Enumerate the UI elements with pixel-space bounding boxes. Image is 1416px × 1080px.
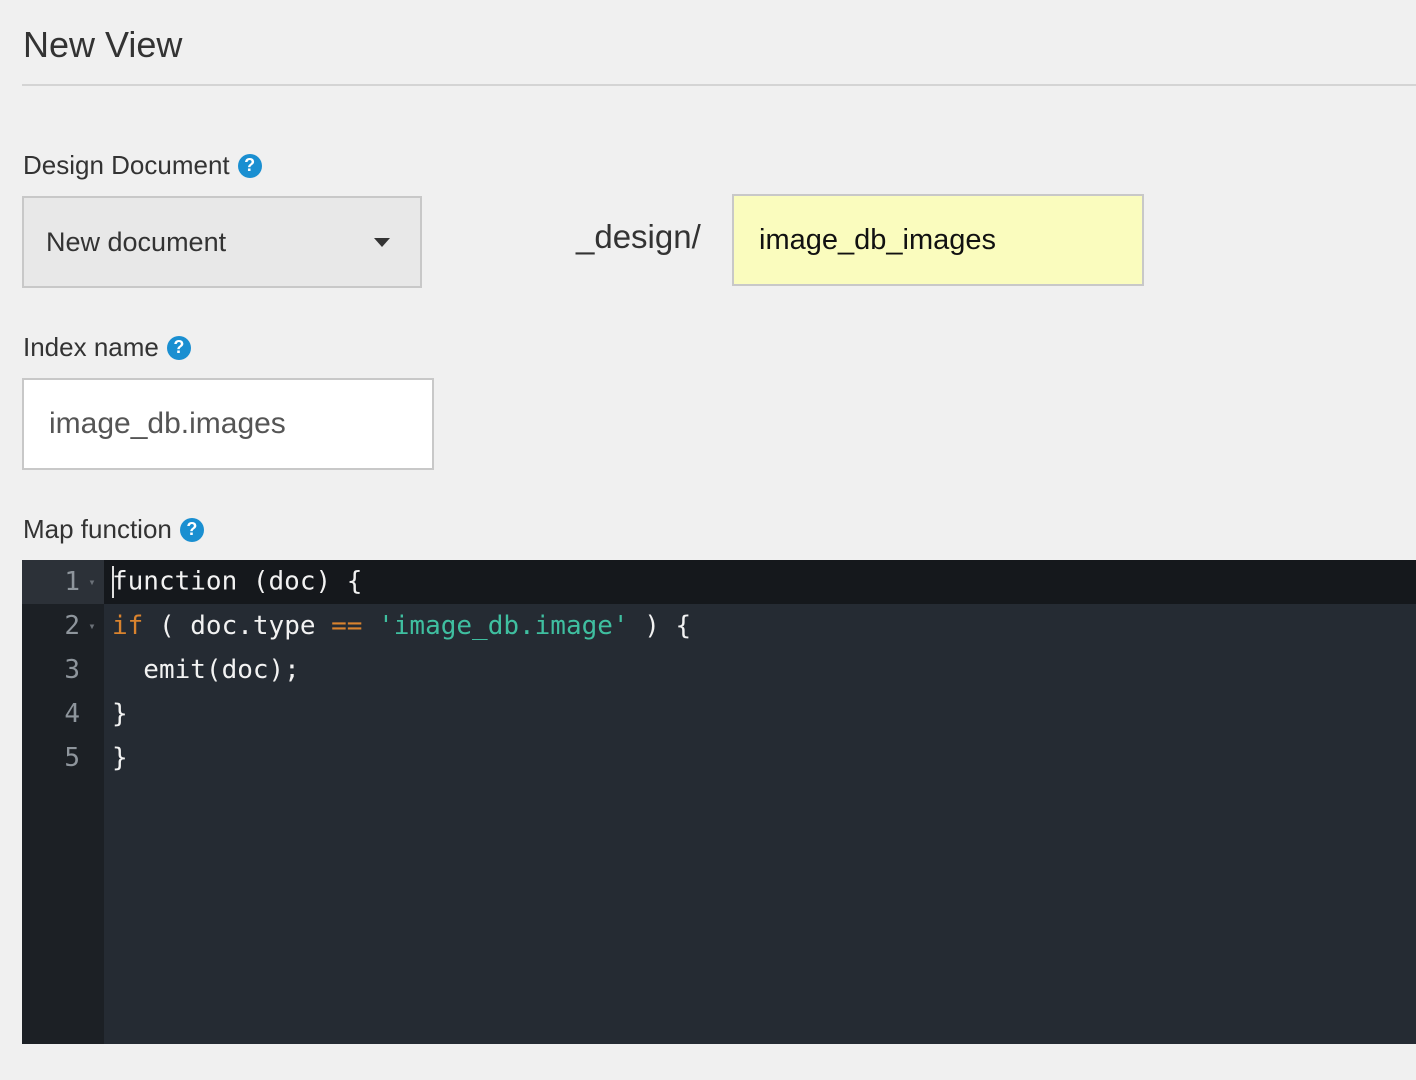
code-line[interactable]: 2 ▾ if ( doc.type == 'image_db.image' ) … [22,604,1416,648]
line-number: 5 [64,743,80,773]
design-document-select-value: New document [46,226,227,257]
map-function-editor[interactable]: 1 ▾ function (doc) { 2 ▾ if ( doc.type =… [22,560,1416,1044]
code-text: emit(doc); [112,655,300,685]
design-document-label-row: Design Document ? [23,150,262,181]
design-document-name-value: image_db_images [759,223,996,256]
map-function-label: Map function [23,514,172,544]
header-divider [22,84,1416,86]
design-document-select[interactable]: New document [22,196,422,288]
question-circle-icon[interactable]: ? [166,335,191,360]
line-number: 3 [64,655,80,685]
fold-arrow-icon[interactable]: ▾ [80,619,104,633]
design-document-name-input[interactable]: image_db_images [732,194,1144,286]
index-name-value: image_db.images [49,407,286,440]
code-text: } [112,699,128,729]
code-line[interactable]: 4 } [22,692,1416,736]
code-text: } [112,743,128,773]
index-name-input[interactable]: image_db.images [22,378,434,470]
index-name-label-row: Index name ? [23,332,191,363]
code-text: if ( doc.type == 'image_db.image' ) { [112,611,692,641]
code-line[interactable]: 1 ▾ function (doc) { [22,560,1416,604]
line-number: 4 [64,699,80,729]
design-prefix: _design/ [576,218,701,255]
fold-arrow-icon[interactable]: ▾ [80,575,104,589]
line-number: 2 [64,611,80,641]
code-text: function (doc) { [112,566,363,598]
design-document-label: Design Document [23,150,230,180]
question-circle-icon[interactable]: ? [179,517,204,542]
line-number: 1 [64,567,80,597]
code-line[interactable]: 3 emit(doc); [22,648,1416,692]
map-function-label-row: Map function ? [23,514,204,545]
code-line[interactable]: 5 } [22,736,1416,780]
question-circle-icon[interactable]: ? [237,153,262,178]
page-title: New View [23,24,183,65]
caret-down-icon [374,237,390,247]
index-name-label: Index name [23,332,159,362]
